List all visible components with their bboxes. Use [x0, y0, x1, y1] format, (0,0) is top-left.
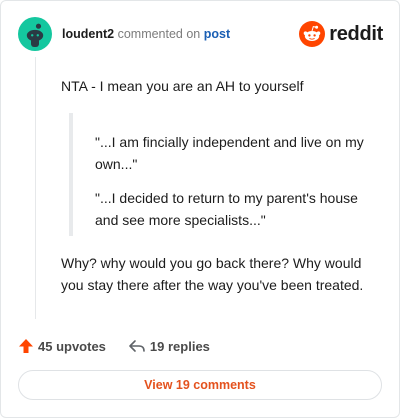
comment-card: loudent2 commented on post reddit NTA - …	[0, 0, 400, 418]
thread-line	[35, 57, 36, 319]
comment-action-text: commented on	[117, 27, 201, 41]
view-comments-button[interactable]: View 19 comments	[18, 370, 382, 400]
avatar-icon[interactable]	[18, 17, 52, 51]
comment-text-intro: NTA - I mean you are an AH to yourself	[61, 78, 304, 94]
quote-paragraph: "...I am fincially independent and live …	[95, 134, 364, 172]
comment-byline: loudent2 commented on post	[62, 27, 230, 41]
comment-header: loudent2 commented on post reddit	[18, 17, 383, 51]
quote-paragraph: "...I decided to return to my parent's h…	[95, 190, 358, 228]
upvote-arrow-icon	[19, 339, 33, 353]
comment-text-closing: Why? why would you go back there? Why wo…	[61, 255, 364, 293]
post-link[interactable]: post	[204, 27, 230, 41]
upvote-stat[interactable]: 45 upvotes	[18, 338, 106, 354]
reply-stat[interactable]: 19 replies	[128, 338, 210, 354]
brand-wordmark: reddit	[329, 22, 383, 45]
reply-arrow-icon	[129, 340, 145, 352]
reddit-logo-icon	[299, 21, 326, 47]
comment-stats: 45 upvotes 19 replies	[18, 335, 210, 357]
reddit-brand[interactable]: reddit	[299, 21, 383, 47]
reply-count: 19 replies	[149, 338, 210, 354]
username-link[interactable]: loudent2	[62, 27, 114, 41]
upvote-count: 45 upvotes	[38, 338, 106, 354]
comment-blockquote: "...I am fincially independent and live …	[69, 113, 373, 236]
